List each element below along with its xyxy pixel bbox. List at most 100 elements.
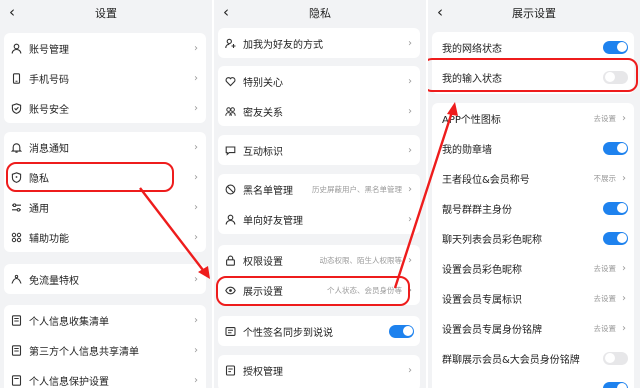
chevron-right-icon: › <box>194 314 198 326</box>
row-info-protection[interactable]: 个人信息保护设置 › <box>4 365 206 388</box>
row-add-friend-method[interactable]: 加我为好友的方式 › <box>218 28 420 58</box>
doc-icon <box>10 374 22 386</box>
signature-sync-toggle[interactable] <box>389 324 414 338</box>
row-network-status: 我的网络状态 <box>432 32 634 62</box>
row-hint: 动态权限、陌生人权限等 <box>319 255 403 265</box>
row-blacklist[interactable]: 黑名单管理 历史屏蔽用户、黑名单管理 › <box>218 174 420 204</box>
chevron-right-icon: › <box>194 141 198 153</box>
vip-group-owner-toggle[interactable] <box>603 201 628 215</box>
row-hint: 个人状态、会员身份等 <box>327 285 402 295</box>
permissions-group: 权限设置 动态权限、陌生人权限等 › 展示设置 个人状态、会员身份等 › <box>218 245 420 305</box>
chevron-right-icon: › <box>194 102 198 114</box>
chevron-right-icon: › <box>194 231 198 243</box>
row-signature-sync: 个性签名同步到说说 <box>218 316 420 346</box>
row-set-member-badge[interactable]: 设置会员专属标识 去设置 › <box>432 283 634 313</box>
row-medal-wall: 我的勋章墙 <box>432 133 634 163</box>
row-label: 设置会员专属身份铭牌 <box>442 324 542 336</box>
row-group-nameplate: 群聊展示会员&大会员身份铭牌 <box>432 343 634 373</box>
network-status-toggle[interactable] <box>603 40 628 54</box>
medal-wall-toggle[interactable] <box>603 141 628 155</box>
chevron-right-icon: › <box>408 75 412 87</box>
chevron-right-icon: › <box>408 364 412 376</box>
row-rank-title[interactable]: 王者段位&会员称号 不展示 › <box>432 163 634 193</box>
friend-method-group: 加我为好友的方式 › <box>218 28 420 58</box>
chevron-right-icon: › <box>194 42 198 54</box>
row-label: 聊天列表会员彩色昵称 <box>442 234 542 246</box>
chat-icon <box>224 144 236 156</box>
group-nameplate-toggle[interactable] <box>603 351 628 365</box>
back-icon[interactable]: ‹ <box>4 3 20 21</box>
row-special-care[interactable]: 特别关心 › <box>218 66 420 96</box>
general-group: 消息通知 › 隐私 › 通用 › 辅助功能 › <box>4 132 206 252</box>
row-app-icon[interactable]: APP个性图标 去设置 › <box>432 103 634 133</box>
row-label: 账号安全 <box>29 104 69 116</box>
row-authorization[interactable]: 授权管理 › <box>218 355 420 385</box>
back-icon[interactable]: ‹ <box>432 3 448 21</box>
row-hint: 历史屏蔽用户、黑名单管理 <box>312 184 402 194</box>
chevron-right-icon: › <box>408 144 412 156</box>
chevron-right-icon: › <box>408 213 412 225</box>
block-icon <box>224 183 236 195</box>
back-icon[interactable]: ‹ <box>218 3 234 21</box>
personal-info-group: 个人信息收集清单 › 第三方个人信息共享清单 › 个人信息保护设置 › <box>4 305 206 388</box>
row-label: 权限设置 <box>243 256 283 268</box>
row-account-management[interactable]: 账号管理 › <box>4 33 206 63</box>
row-accessibility[interactable]: 辅助功能 › <box>4 222 206 252</box>
authorization-group: 授权管理 › <box>218 355 420 388</box>
row-label: 我的网络状态 <box>442 43 502 55</box>
lock-icon <box>224 254 236 266</box>
row-third-party-sharing[interactable]: 第三方个人信息共享清单 › <box>4 335 206 365</box>
row-free-data[interactable]: 免流量特权 › <box>4 264 206 294</box>
row-next-partial <box>432 373 634 388</box>
row-label: 靓号群群主身份 <box>442 204 512 216</box>
row-general[interactable]: 通用 › <box>4 192 206 222</box>
row-hint: 去设置 <box>593 113 617 123</box>
signature-group: 个性签名同步到说说 <box>218 316 420 346</box>
row-close-friends[interactable]: 密友关系 › <box>218 96 420 126</box>
row-interaction-marks[interactable]: 互动标识 › <box>218 135 420 165</box>
page-title: 隐私 <box>309 7 331 20</box>
row-label: APP个性图标 <box>442 114 501 126</box>
row-label: 手机号码 <box>29 74 69 86</box>
row-label: 展示设置 <box>243 286 283 298</box>
chevron-right-icon: › <box>622 262 626 274</box>
chevron-right-icon: › <box>408 284 412 296</box>
data-saver-group: 免流量特权 › <box>4 264 206 294</box>
privacy-header: ‹ 隐私 <box>214 0 426 26</box>
row-phone-number[interactable]: 手机号码 › <box>4 63 206 93</box>
input-status-toggle[interactable] <box>603 70 628 84</box>
display-header: ‹ 展示设置 <box>428 0 640 26</box>
row-label: 我的勋章墙 <box>442 144 492 156</box>
shield-check-icon <box>10 102 22 114</box>
row-permission-settings[interactable]: 权限设置 动态权限、陌生人权限等 › <box>218 245 420 275</box>
chevron-right-icon: › <box>622 172 626 184</box>
row-account-security[interactable]: 账号安全 › <box>4 93 206 123</box>
row-label: 黑名单管理 <box>243 185 293 197</box>
row-one-way-friends[interactable]: 单向好友管理 › <box>218 204 420 234</box>
eye-icon <box>224 284 236 296</box>
person-icon <box>224 213 236 225</box>
chevron-right-icon: › <box>194 344 198 356</box>
row-notifications[interactable]: 消息通知 › <box>4 132 206 162</box>
row-set-colored-nickname[interactable]: 设置会员彩色昵称 去设置 › <box>432 253 634 283</box>
row-privacy[interactable]: 隐私 › <box>4 162 206 192</box>
row-set-member-nameplate[interactable]: 设置会员专属身份铭牌 去设置 › <box>432 313 634 343</box>
partial-toggle[interactable] <box>603 381 628 388</box>
blocking-group: 黑名单管理 历史屏蔽用户、黑名单管理 › 单向好友管理 › <box>218 174 420 234</box>
heart-icon <box>224 75 236 87</box>
row-label: 互动标识 <box>243 146 283 158</box>
colored-nickname-toggle[interactable] <box>603 231 628 245</box>
row-info-collection[interactable]: 个人信息收集清单 › <box>4 305 206 335</box>
chevron-right-icon: › <box>408 183 412 195</box>
row-label: 授权管理 <box>243 366 283 378</box>
key-icon <box>224 364 236 376</box>
phone-icon <box>10 72 22 84</box>
chevron-right-icon: › <box>408 105 412 117</box>
relations-group: 特别关心 › 密友关系 › <box>218 66 420 126</box>
row-label: 单向好友管理 <box>243 215 303 227</box>
row-display-settings[interactable]: 展示设置 个人状态、会员身份等 › <box>218 275 420 305</box>
list-icon <box>10 314 22 326</box>
settings-panel: ‹ 设置 账号管理 › 手机号码 › 账号安全 › 消息通知 › 隐私 › 通用… <box>0 0 212 388</box>
sliders-icon <box>10 201 22 213</box>
person-icon <box>10 42 22 54</box>
